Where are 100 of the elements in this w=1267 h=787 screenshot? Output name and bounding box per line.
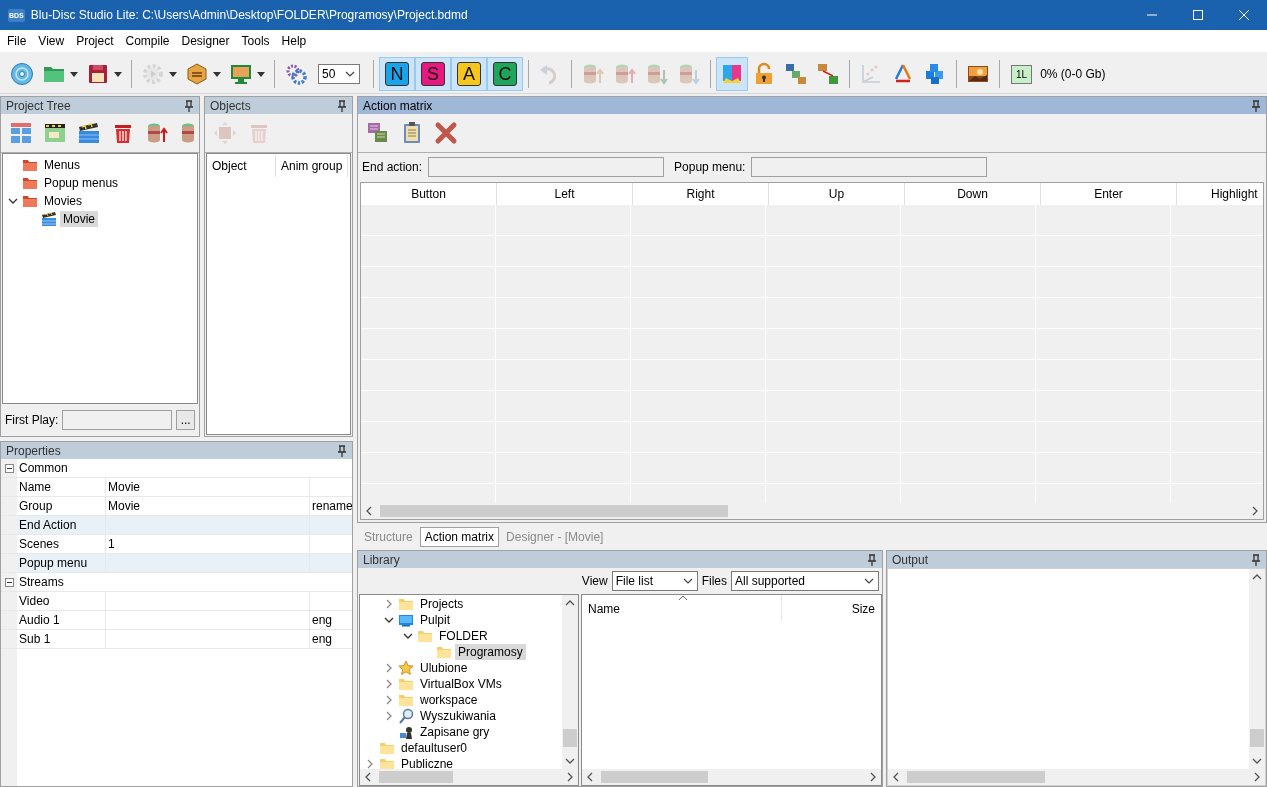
tree-item[interactable]: Menus xyxy=(41,157,84,173)
pin-icon[interactable] xyxy=(337,444,347,457)
chevron-down-icon[interactable] xyxy=(345,70,355,78)
collapse-icon[interactable] xyxy=(4,577,14,587)
arrow-down-icon[interactable] xyxy=(565,757,575,765)
tree-item[interactable]: VirtualBox VMs xyxy=(417,676,505,692)
property-extra[interactable]: eng xyxy=(312,613,333,627)
scroll-thumb[interactable] xyxy=(1250,729,1264,748)
search-icon xyxy=(398,708,414,724)
scroll-thumb[interactable] xyxy=(379,771,454,783)
arrow-down-icon[interactable] xyxy=(1252,757,1262,765)
arrow-left-icon[interactable] xyxy=(892,772,900,782)
property-value[interactable]: Movie xyxy=(108,499,140,513)
caret-icon[interactable] xyxy=(213,71,221,77)
mode-toggle[interactable]: C xyxy=(487,57,523,91)
chevron-down-icon[interactable] xyxy=(8,196,18,206)
scroll-thumb[interactable] xyxy=(907,771,1045,783)
pin-icon[interactable] xyxy=(867,553,877,566)
menu-item[interactable]: File xyxy=(1,34,33,48)
tree-item[interactable]: Popup menus xyxy=(41,175,122,191)
tree-item[interactable]: Movies xyxy=(41,193,85,209)
tree-item[interactable]: defaultuser0 xyxy=(398,740,471,756)
chevron-right-icon[interactable] xyxy=(384,711,394,721)
column-header[interactable]: Name xyxy=(582,595,782,621)
pin-icon[interactable] xyxy=(1251,553,1261,566)
column-header[interactable]: Size xyxy=(782,595,881,621)
arrow-right-icon[interactable] xyxy=(869,772,877,782)
tree-item[interactable]: workspace xyxy=(417,692,481,708)
chevron-right-icon[interactable] xyxy=(384,599,394,609)
chevron-down-icon[interactable] xyxy=(384,615,394,625)
menu-item[interactable]: Tools xyxy=(235,34,276,48)
collapse-icon[interactable] xyxy=(4,463,14,473)
view-select[interactable]: File list xyxy=(611,571,698,591)
tree-item[interactable]: Ulubione xyxy=(417,660,471,676)
column-header[interactable]: Anim group xyxy=(276,155,349,177)
tree-item[interactable]: Publiczne xyxy=(398,756,457,769)
horizontal-scrollbar[interactable] xyxy=(582,769,881,785)
sort-icon xyxy=(678,595,688,601)
mode-toggle[interactable]: N xyxy=(379,57,415,91)
popup-menu-field[interactable] xyxy=(751,157,988,177)
tree-item[interactable]: Projects xyxy=(417,596,467,612)
chevron-down-icon[interactable] xyxy=(403,631,413,641)
property-name: End Action xyxy=(17,516,106,534)
menu-item[interactable]: View xyxy=(32,34,71,48)
property-value[interactable]: Movie xyxy=(108,480,140,494)
tab[interactable]: Action matrix xyxy=(419,526,500,547)
column-header[interactable]: Object xyxy=(207,155,276,177)
menu-item[interactable]: Project xyxy=(70,34,120,48)
zoom-select[interactable]: 50 xyxy=(318,64,360,84)
property-extra[interactable]: eng xyxy=(312,632,333,646)
arrow-right-icon[interactable] xyxy=(1251,506,1259,516)
split-square-icon xyxy=(720,62,744,86)
arrow-up-icon[interactable] xyxy=(565,599,575,607)
horizontal-scrollbar[interactable] xyxy=(361,503,1263,519)
horizontal-scrollbar[interactable] xyxy=(360,769,578,785)
caret-icon[interactable] xyxy=(70,71,78,77)
horizontal-scrollbar[interactable] xyxy=(888,769,1265,785)
tree-item[interactable]: Movie xyxy=(60,211,98,227)
chevron-down-icon[interactable] xyxy=(682,577,693,585)
arrow-up-icon[interactable] xyxy=(1252,573,1262,581)
arrow-right-icon[interactable] xyxy=(566,772,574,782)
tree-item[interactable]: Wyszukiwania xyxy=(417,708,499,724)
files-select[interactable]: All supported xyxy=(731,571,879,591)
property-value[interactable]: 1 xyxy=(108,537,115,551)
scroll-thumb[interactable] xyxy=(563,729,577,748)
scroll-thumb[interactable] xyxy=(380,505,728,517)
menu-item[interactable]: Help xyxy=(275,34,313,48)
arrow-left-icon[interactable] xyxy=(364,772,372,782)
chevron-right-icon[interactable] xyxy=(384,679,394,689)
menu-item[interactable]: Designer xyxy=(175,34,236,48)
arrow-left-icon[interactable] xyxy=(586,772,594,782)
caret-icon[interactable] xyxy=(114,71,122,77)
menu-item[interactable]: Compile xyxy=(119,34,176,48)
arrow-right-icon[interactable] xyxy=(1253,772,1261,782)
mode-toggle[interactable]: S xyxy=(415,57,451,91)
chevron-right-icon[interactable] xyxy=(384,695,394,705)
arrow-left-icon[interactable] xyxy=(365,506,373,516)
vertical-scrollbar[interactable] xyxy=(562,595,578,769)
pin-icon[interactable] xyxy=(1251,99,1261,112)
browse-button[interactable]: ... xyxy=(176,410,195,430)
chevron-right-icon[interactable] xyxy=(365,759,375,769)
first-play-label: First Play: xyxy=(5,413,59,427)
chevron-down-icon[interactable] xyxy=(864,577,874,585)
tree-item[interactable]: FOLDER xyxy=(436,628,491,644)
tree-item[interactable]: Zapisane gry xyxy=(417,724,493,740)
tree-item[interactable]: Programosy xyxy=(455,644,526,660)
scroll-thumb[interactable] xyxy=(601,771,708,783)
property-extra[interactable]: rename xyxy=(312,499,352,513)
end-action-field[interactable] xyxy=(428,157,665,177)
vertical-scrollbar[interactable] xyxy=(1249,569,1265,769)
property-name: Name xyxy=(17,478,106,496)
pin-icon[interactable] xyxy=(337,99,347,112)
tree-item[interactable]: Pulpit xyxy=(417,612,454,628)
panel-title: Project Tree xyxy=(6,98,71,113)
pin-icon[interactable] xyxy=(184,99,194,112)
chevron-right-icon[interactable] xyxy=(384,663,394,673)
caret-icon[interactable] xyxy=(257,71,265,77)
column-header[interactable]: Highlight xyxy=(1177,183,1263,205)
first-play-field[interactable] xyxy=(62,410,173,430)
mode-toggle[interactable]: A xyxy=(451,57,487,91)
